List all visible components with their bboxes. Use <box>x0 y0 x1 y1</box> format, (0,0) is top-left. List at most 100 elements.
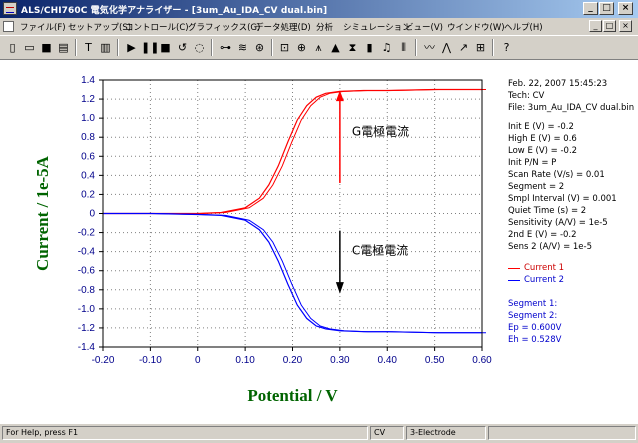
parameter-line: 2nd E (V) = -0.2 <box>508 230 577 240</box>
window-title: ALS/CHI760C 電気化学アナライザー - [3um_Au_IDA_CV … <box>21 6 328 16</box>
y-tick-label: 0.8 <box>81 132 95 143</box>
menu-graphics[interactable]: グラフィックス(G) <box>188 21 260 33</box>
collector-annotation: C電極電流 <box>352 243 408 258</box>
pause-icon[interactable]: ❚❚ <box>141 40 159 55</box>
segment1-label: Segment 1: <box>508 299 558 309</box>
parameter-line: Init P/N = P <box>508 158 557 168</box>
y-tick-label: 0.2 <box>81 189 95 200</box>
menu-data-processing[interactable]: データ処理(D) <box>255 21 311 33</box>
zoom-icon[interactable]: ⊡ <box>277 40 292 55</box>
font-icon[interactable]: ⧗ <box>345 40 360 55</box>
menu-control[interactable]: コントロール(C) <box>125 21 189 33</box>
run-icon[interactable]: ▶ <box>124 40 139 55</box>
add-icon[interactable]: ⩚ <box>311 40 326 55</box>
y-tick-label: -0.2 <box>78 228 96 239</box>
filter-icon[interactable]: ⊶ <box>218 40 233 55</box>
x-tick-label: 0.30 <box>330 355 350 366</box>
info-icon[interactable]: ↗ <box>456 40 471 55</box>
run-date: Feb. 22, 2007 15:45:23 <box>508 79 608 89</box>
segment2-label: Segment 2: <box>508 311 558 321</box>
smooth-icon[interactable]: ♫ <box>379 40 394 55</box>
x-tick-label: -0.10 <box>139 355 162 366</box>
series-line-2 <box>103 212 482 334</box>
peak-icon[interactable]: ⋀ <box>439 40 454 55</box>
tech-info: Tech: CV <box>508 91 545 101</box>
help-icon[interactable]: ⊞ <box>473 40 488 55</box>
y-tick-label: 0.4 <box>81 170 95 181</box>
status-electrode: 3-Electrode <box>406 426 486 440</box>
x-axis-label: Potential / V <box>247 386 338 405</box>
title-bar: ALS/CHI760C 電気化学アナライザー - [3um_Au_IDA_CV … <box>0 0 638 18</box>
parameter-line: High E (V) = 0.6 <box>508 134 577 144</box>
minimize-button[interactable]: _ <box>583 2 598 15</box>
color-icon[interactable]: ▲ <box>328 40 343 55</box>
y-tick-label: -1.4 <box>78 342 96 353</box>
y-tick-label: 1.0 <box>81 113 95 124</box>
status-technique: CV <box>370 426 404 440</box>
menu-setup[interactable]: セットアップ(S) <box>68 21 131 33</box>
menu-window[interactable]: ウインドウ(W) <box>447 21 505 33</box>
integrate-icon[interactable]: 〰 <box>422 40 437 55</box>
parameter-line: Scan Rate (V/s) = 0.01 <box>508 170 605 180</box>
doc-close-button[interactable]: × <box>619 20 632 32</box>
y-tick-label: 0.6 <box>81 151 95 162</box>
x-tick-label: 0.50 <box>425 355 445 366</box>
x-tick-label: 0.60 <box>472 355 492 366</box>
parameter-line: Sens 2 (A/V) = 1e-5 <box>508 242 593 252</box>
parameter-line: Segment = 2 <box>508 182 565 192</box>
legend-label: Current 2 <box>524 275 565 285</box>
y-tick-label: 1.2 <box>81 94 95 105</box>
menu-help[interactable]: ヘルプ(H) <box>504 21 543 33</box>
legend-label: Current 1 <box>524 263 565 273</box>
close-button[interactable]: × <box>618 2 633 15</box>
menu-file[interactable]: ファイル(F) <box>20 21 66 33</box>
toolbar: ▯ ▭ ■ ▤ T ▥ ▶ ❚❚ ■ ↺ ◌ ⊶ ≋ ⊛ ⊡ ⊕ ⩚ ▲ ⧗ ▮… <box>0 35 638 60</box>
parameter-line: Quiet Time (s) = 2 <box>508 206 587 216</box>
about-icon[interactable]: ? <box>499 40 514 55</box>
status-bar: For Help, press F1 CV 3-Electrode <box>0 423 638 443</box>
x-tick-label: 0.20 <box>283 355 303 366</box>
new-file-icon[interactable]: ▯ <box>5 40 20 55</box>
doc-minimize-button[interactable]: _ <box>589 20 602 32</box>
y-axis-label: Current / 1e-5A <box>33 155 52 271</box>
legend-swatch <box>508 268 520 269</box>
y-tick-label: -0.8 <box>78 285 96 296</box>
menu-view[interactable]: ビュー(V) <box>405 21 443 33</box>
save-icon[interactable]: ■ <box>39 40 54 55</box>
cell-icon[interactable]: ≋ <box>235 40 250 55</box>
status-empty <box>488 426 636 440</box>
peak-potential: Ep = 0.600V <box>508 323 562 333</box>
overlay-icon[interactable]: ⊕ <box>294 40 309 55</box>
legend-swatch <box>508 280 520 281</box>
menu-analysis[interactable]: 分析 <box>316 21 333 33</box>
menu-simulation[interactable]: シミュレーション <box>343 21 411 33</box>
y-tick-label: 1.4 <box>81 75 95 86</box>
technique-icon[interactable]: T <box>81 40 96 55</box>
reverse-icon[interactable]: ↺ <box>175 40 190 55</box>
document-icon[interactable] <box>3 21 14 32</box>
parameter-line: Low E (V) = -0.2 <box>508 146 578 156</box>
copy-icon[interactable]: ▮ <box>362 40 377 55</box>
y-tick-label: -1.2 <box>78 323 96 334</box>
derivative-icon[interactable]: ⫴ <box>396 40 411 55</box>
parameters-icon[interactable]: ▥ <box>98 40 113 55</box>
parameter-line: Sensitivity (A/V) = 1e-5 <box>508 218 608 228</box>
parameter-line: Smpl Interval (V) = 0.001 <box>508 194 617 204</box>
x-tick-label: 0.40 <box>378 355 398 366</box>
print-icon[interactable]: ▤ <box>56 40 71 55</box>
ir-comp-icon[interactable]: ◌ <box>192 40 207 55</box>
collector-arrow-head <box>335 282 344 294</box>
graph-icon[interactable]: ⊛ <box>252 40 267 55</box>
menu-bar: ファイル(F) セットアップ(S) コントロール(C) グラフィックス(G) デ… <box>0 18 638 35</box>
app-icon[interactable] <box>3 2 17 15</box>
half-potential: Eh = 0.528V <box>508 335 562 345</box>
y-tick-label: -0.6 <box>78 266 96 277</box>
stop-icon[interactable]: ■ <box>158 40 173 55</box>
doc-restore-button[interactable]: □ <box>603 20 616 32</box>
maximize-button[interactable]: □ <box>599 2 614 15</box>
open-file-icon[interactable]: ▭ <box>22 40 37 55</box>
series-line-2-return <box>107 213 486 334</box>
x-tick-label: -0.20 <box>92 355 115 366</box>
parameter-line: Init E (V) = -0.2 <box>508 122 574 132</box>
file-info: File: 3um_Au_IDA_CV dual.bin <box>508 103 635 113</box>
